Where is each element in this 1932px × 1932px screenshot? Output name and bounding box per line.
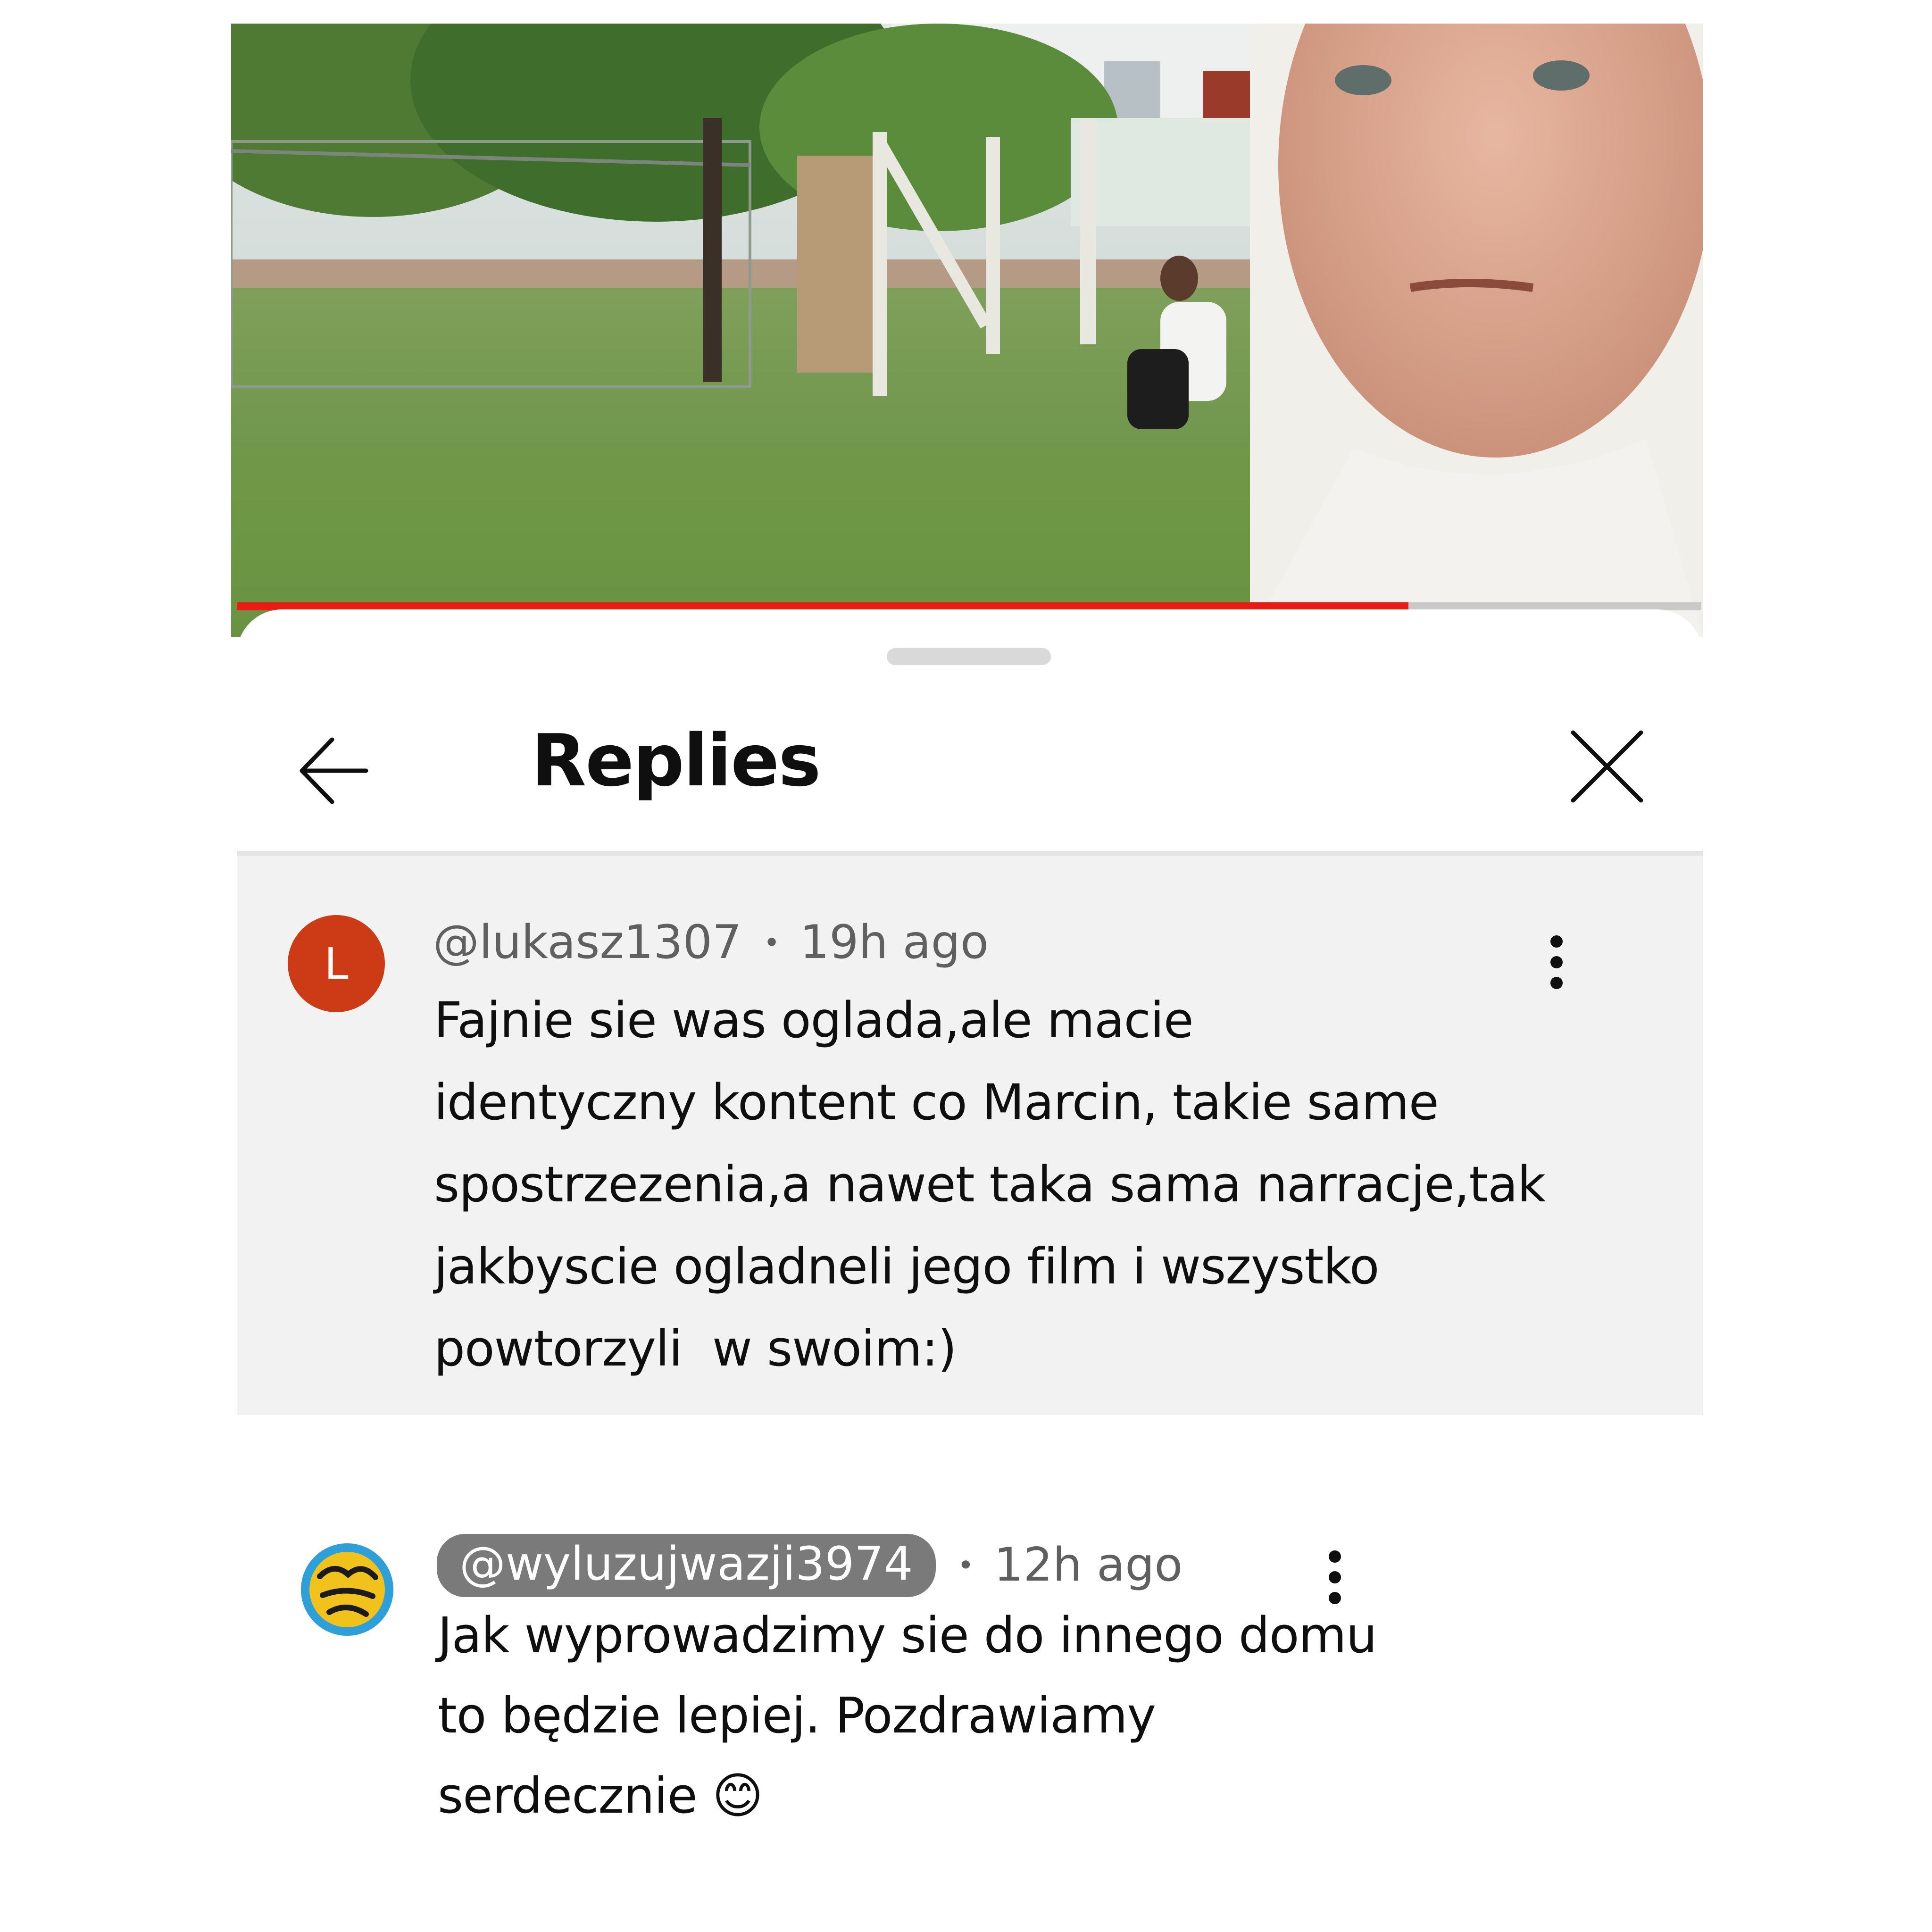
more-vertical-icon [1550, 935, 1563, 989]
screen: Replies L @lukasz1307 • 19h ago Fajnie s… [0, 0, 1932, 1932]
comment-line: identyczny kontent co Marcin, takie same [434, 1074, 1439, 1131]
reply-line: serdecznie 😊 [438, 1767, 763, 1824]
reply-line: to będzie lepiej. Pozdrawiamy [438, 1687, 1156, 1744]
arrow-left-icon [300, 737, 368, 804]
comment-line: powtorzyli w swoim:) [434, 1320, 957, 1377]
comment-line: Fajnie sie was oglada,ale macie [434, 991, 1194, 1049]
page-title: Replies [531, 719, 821, 802]
comment-time: 19h ago [799, 916, 989, 969]
reply-time: 12h ago [994, 1538, 1183, 1592]
avatar[interactable]: L [288, 915, 385, 1012]
comment-author[interactable]: @lukasz1307 [433, 915, 741, 971]
video-player[interactable] [231, 24, 1703, 637]
close-button[interactable] [1557, 717, 1657, 816]
avatar-letter: L [324, 938, 349, 989]
wyluzuj-w-azji-logo-icon [301, 1543, 393, 1636]
reply-line: Jak wyprowadzimy sie do innego domu [438, 1607, 1377, 1664]
reply-meta: @wyluzujwazji3974 • 12h ago [437, 1534, 1183, 1597]
comment-text: Fajnie sie was oglada,ale macie identycz… [434, 979, 1546, 1390]
creator-author-badge[interactable]: @wyluzujwazji3974 [437, 1534, 936, 1597]
parent-comment: L @lukasz1307 • 19h ago Fajnie sie was o… [237, 851, 1703, 1415]
avatar[interactable] [301, 1543, 393, 1636]
meta-separator: • [957, 1549, 974, 1582]
comment-meta: @lukasz1307 • 19h ago [433, 915, 989, 971]
close-icon [1571, 730, 1643, 803]
meta-separator: • [763, 926, 780, 959]
comment-line: jakbyscie ogladneli jego film i wszystko [434, 1238, 1380, 1295]
back-button[interactable] [292, 730, 374, 811]
drag-handle[interactable] [887, 648, 1051, 665]
replies-sheet: Replies L @lukasz1307 • 19h ago Fajnie s… [237, 609, 1703, 1932]
comment-line: spostrzezenia,a nawet taka sama narracje… [434, 1156, 1546, 1213]
video-frame [231, 24, 1703, 637]
reply-text: Jak wyprowadzimy sie do innego domu to b… [438, 1595, 1377, 1836]
